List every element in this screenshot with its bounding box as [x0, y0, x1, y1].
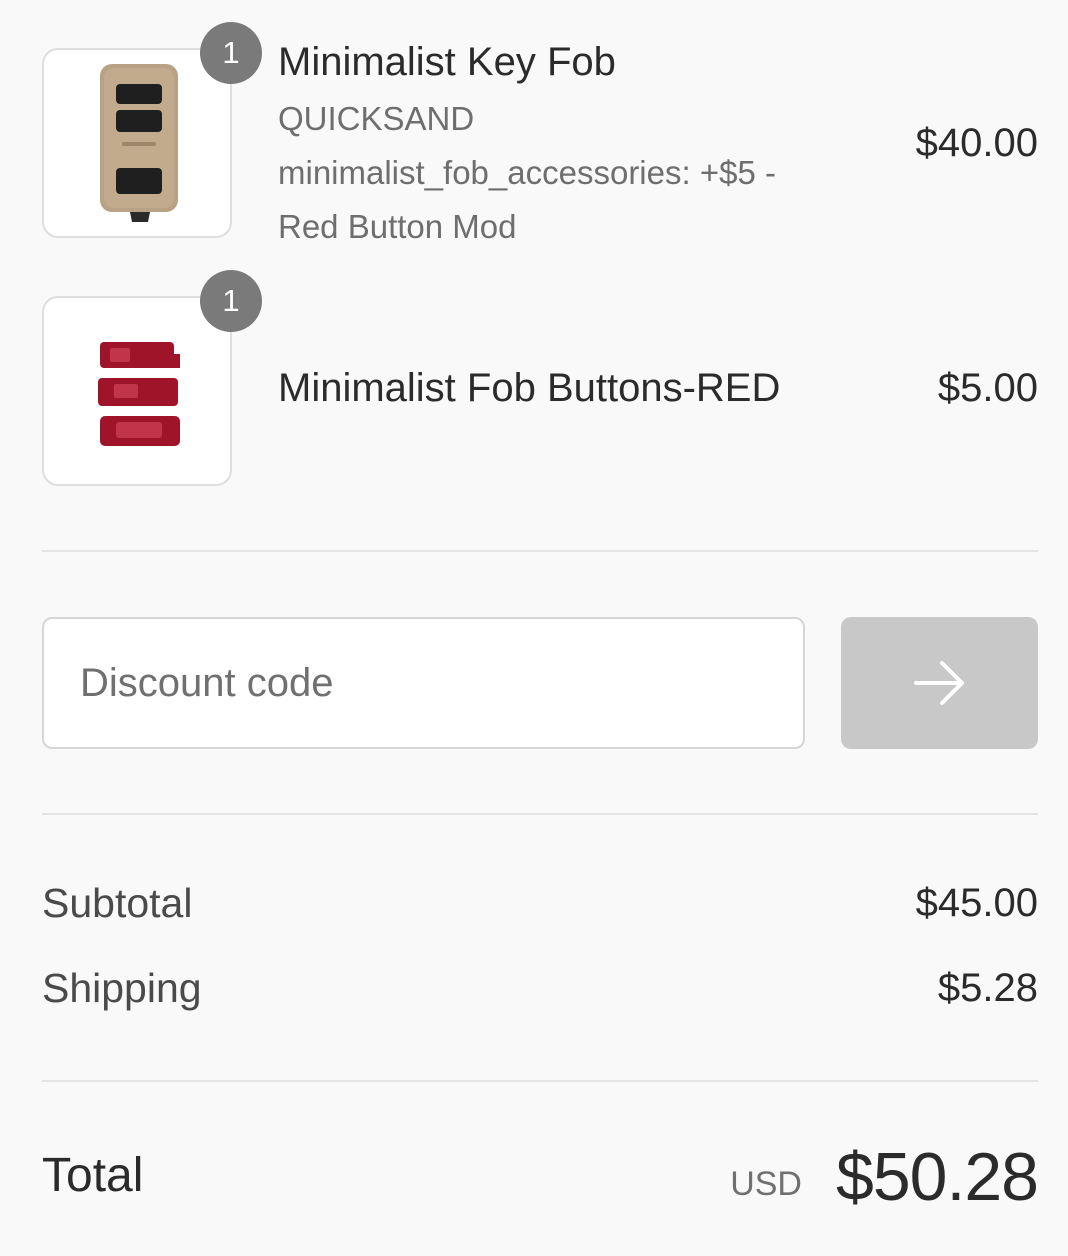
product-price: $40.00: [915, 121, 1038, 165]
divider: [42, 813, 1038, 815]
total-label: Total: [42, 1149, 144, 1202]
product-option-line-1: minimalist_fob_accessories: +$5 -: [278, 154, 776, 191]
discount-code-input[interactable]: [42, 617, 805, 749]
product-variant: QUICKSAND: [278, 100, 475, 137]
quantity-badge: 1: [200, 22, 262, 84]
product-thumbnail: [42, 48, 232, 238]
arrow-right-icon: [913, 661, 964, 705]
shipping-value: $5.28: [937, 966, 1038, 1010]
product-thumbnail: [42, 296, 232, 486]
divider: [42, 550, 1038, 552]
tan-key-fob-image: [100, 64, 178, 222]
subtotal-value: $45.00: [915, 881, 1038, 925]
divider: [42, 1080, 1038, 1082]
product-name: Minimalist Key Fob: [278, 40, 616, 84]
shipping-label: Shipping: [42, 965, 202, 1011]
product-price: $5.00: [937, 366, 1038, 410]
red-fob-buttons-image: [98, 342, 180, 446]
product-option-line-2: Red Button Mod: [278, 208, 517, 245]
currency-code: USD: [730, 1165, 802, 1203]
apply-discount-button[interactable]: [841, 617, 1038, 749]
line-item: 1 Minimalist Fob Buttons-RED $5.00: [42, 270, 1038, 500]
line-item: 1 Minimalist Key Fob QUICKSAND minimalis…: [42, 0, 1038, 260]
subtotal-label: Subtotal: [42, 880, 193, 926]
product-name: Minimalist Fob Buttons-RED: [278, 366, 781, 410]
total-value: $50.28: [836, 1139, 1039, 1215]
quantity-badge: 1: [200, 270, 262, 332]
